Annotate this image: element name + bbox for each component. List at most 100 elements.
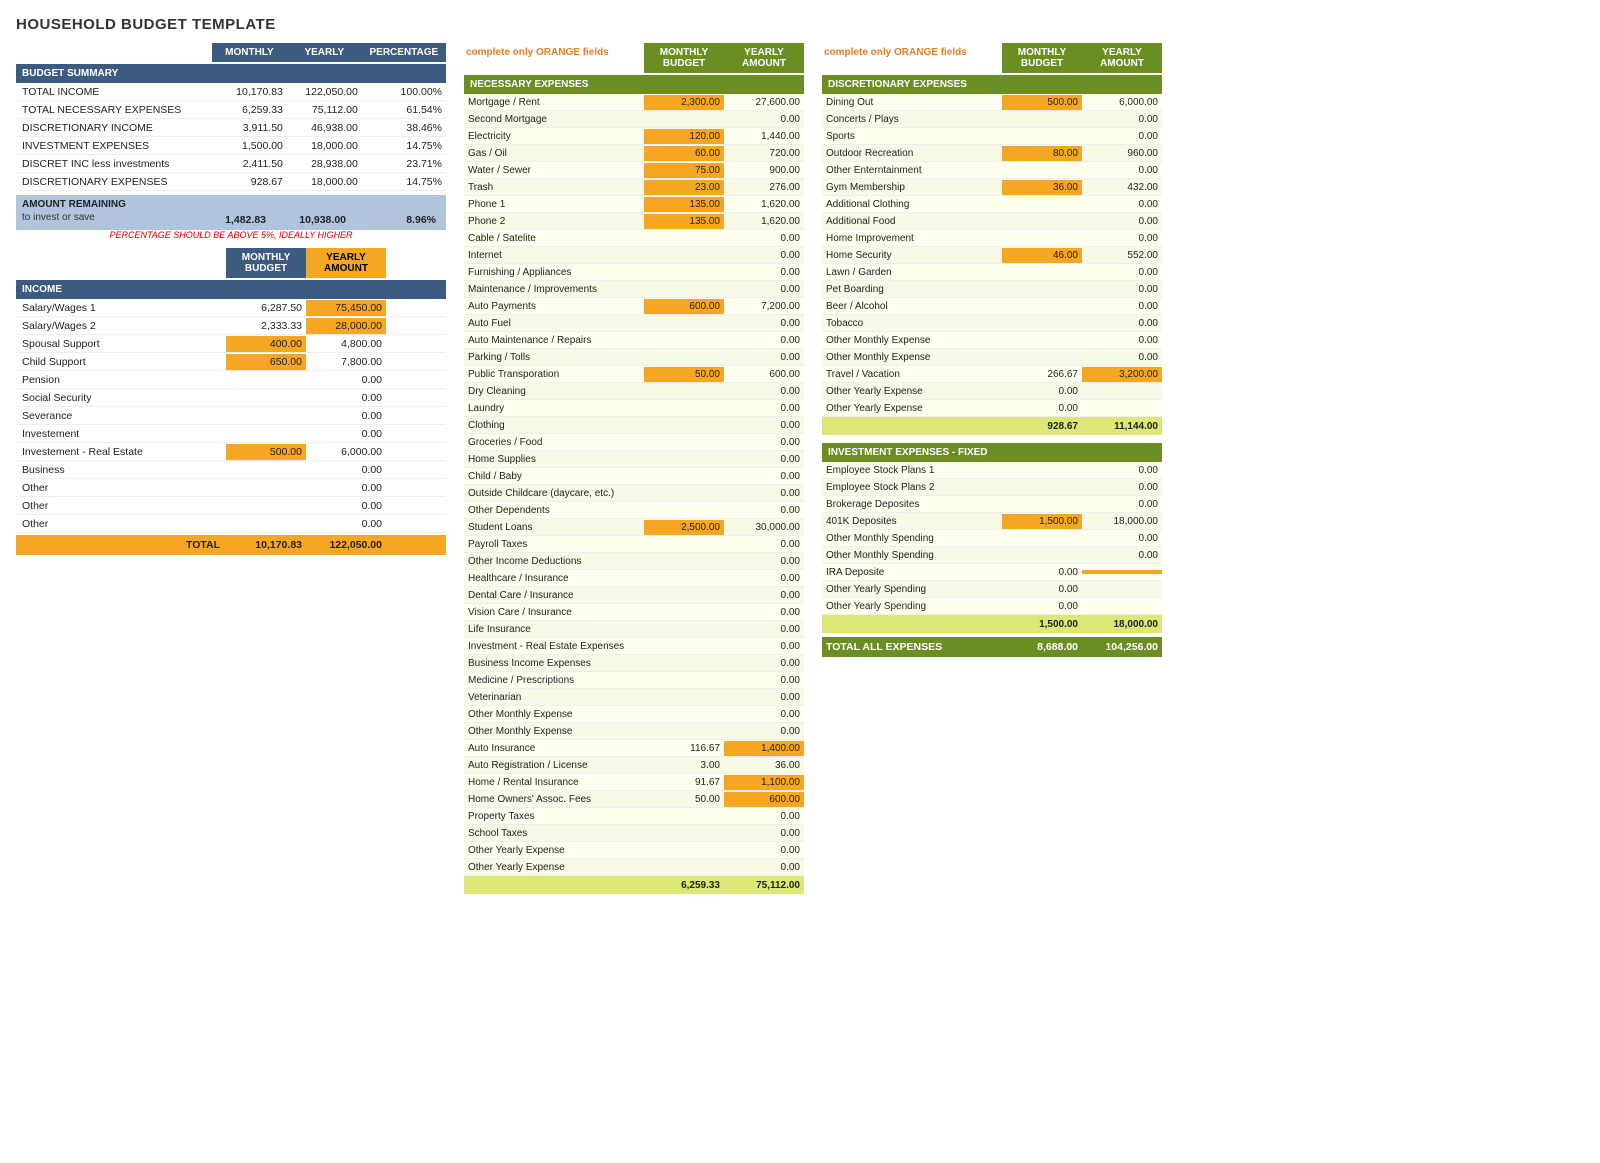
disc-row: Other Yearly Expense 0.00 <box>822 383 1162 400</box>
income-row: Other 0.00 <box>16 515 446 533</box>
expense-row: Payroll Taxes 0.00 <box>464 536 804 553</box>
disc-total-yearly: 11,144.00 <box>1082 419 1162 434</box>
disc-row: Beer / Alcohol 0.00 <box>822 298 1162 315</box>
percentage-header: PERCENTAGE <box>362 43 446 62</box>
total-all-yearly: 104,256.00 <box>1082 639 1162 655</box>
amount-remaining-monthly: 1,482.83 <box>190 214 270 226</box>
expense-row: Child / Baby 0.00 <box>464 468 804 485</box>
expense-row: Electricity 120.00 1,440.00 <box>464 128 804 145</box>
expense-row: Phone 1 135.00 1,620.00 <box>464 196 804 213</box>
disc-row: Concerts / Plays 0.00 <box>822 111 1162 128</box>
income-row: Investement 0.00 <box>16 425 446 443</box>
expense-row: Laundry 0.00 <box>464 400 804 417</box>
disc-row: Home Improvement 0.00 <box>822 230 1162 247</box>
expense-row: Public Transporation 50.00 600.00 <box>464 366 804 383</box>
income-row: Spousal Support 400.00 4,800.00 <box>16 335 446 353</box>
inv-row: Brokerage Deposites 0.00 <box>822 496 1162 513</box>
amount-remaining-yearly: 10,938.00 <box>270 214 350 226</box>
middle-col2-hdr: YEARLYAMOUNT <box>724 43 804 73</box>
expense-row: Dry Cleaning 0.00 <box>464 383 804 400</box>
income-row: Pension 0.00 <box>16 371 446 389</box>
income-monthly-hdr: MONTHLYBUDGET <box>226 248 306 278</box>
disc-row: Other Monthly Expense 0.00 <box>822 349 1162 366</box>
necessary-total-monthly: 6,259.33 <box>644 878 724 893</box>
amount-remaining-title: AMOUNT REMAINING <box>22 199 440 210</box>
income-total-row: TOTAL 10,170.83 122,050.00 <box>16 535 446 555</box>
summary-row: TOTAL INCOME 10,170.83 122,050.00 100.00… <box>16 83 446 101</box>
inv-row: 401K Deposites 1,500.00 18,000.00 <box>822 513 1162 530</box>
middle-header-label: complete only ORANGE fields <box>464 43 644 73</box>
expense-row: Furnishing / Appliances 0.00 <box>464 264 804 281</box>
disc-row: Sports 0.00 <box>822 128 1162 145</box>
disc-row: Outdoor Recreation 80.00 960.00 <box>822 145 1162 162</box>
expense-row: Other Yearly Expense 0.00 <box>464 842 804 859</box>
expense-row: Home / Rental Insurance 91.67 1,100.00 <box>464 774 804 791</box>
necessary-total-row: 6,259.33 75,112.00 <box>464 876 804 894</box>
disc-row: Lawn / Garden 0.00 <box>822 264 1162 281</box>
expense-row: Cable / Satelite 0.00 <box>464 230 804 247</box>
pct-note: PERCENTAGE SHOULD BE ABOVE 5%, IDEALLY H… <box>16 230 446 240</box>
disc-row: Dining Out 500.00 6,000.00 <box>822 94 1162 111</box>
total-all-row: TOTAL ALL EXPENSES 8,688.00 104,256.00 <box>822 637 1162 657</box>
inv-total-monthly: 1,500.00 <box>1002 617 1082 632</box>
expense-row: Other Dependents 0.00 <box>464 502 804 519</box>
disc-row: Gym Membership 36.00 432.00 <box>822 179 1162 196</box>
income-total-yearly: 122,050.00 <box>306 537 386 553</box>
expense-row: Other Monthly Expense 0.00 <box>464 723 804 740</box>
expense-row: Investment - Real Estate Expenses 0.00 <box>464 638 804 655</box>
expense-row: Other Monthly Expense 0.00 <box>464 706 804 723</box>
expense-row: Auto Maintenance / Repairs 0.00 <box>464 332 804 349</box>
disc-total-row: 928.67 11,144.00 <box>822 417 1162 435</box>
income-yearly-hdr: YEARLYAMOUNT <box>306 248 386 278</box>
expense-row: Other Yearly Expense 0.00 <box>464 859 804 876</box>
income-row: Investement - Real Estate 500.00 6,000.0… <box>16 443 446 461</box>
left-panel: MONTHLY YEARLY PERCENTAGE BUDGET SUMMARY… <box>16 43 446 555</box>
middle-panel: complete only ORANGE fields MONTHLYBUDGE… <box>464 43 804 894</box>
income-row: Salary/Wages 2 2,333.33 28,000.00 <box>16 317 446 335</box>
amount-remaining-pct: 8.96% <box>350 214 440 226</box>
necessary-total-yearly: 75,112.00 <box>724 878 804 893</box>
expense-row: Clothing 0.00 <box>464 417 804 434</box>
right-panel: complete only ORANGE fields MONTHLYBUDGE… <box>822 43 1162 657</box>
page-title: HOUSEHOLD BUDGET TEMPLATE <box>16 16 1584 33</box>
expense-row: Auto Payments 600.00 7,200.00 <box>464 298 804 315</box>
budget-summary-title: BUDGET SUMMARY <box>16 64 446 83</box>
expense-row: Auto Insurance 116.67 1,400.00 <box>464 740 804 757</box>
discretionary-title: DISCRETIONARY EXPENSES <box>822 75 1162 94</box>
expense-row: Business Income Expenses 0.00 <box>464 655 804 672</box>
expense-row: Vision Care / Insurance 0.00 <box>464 604 804 621</box>
disc-total-monthly: 928.67 <box>1002 419 1082 434</box>
summary-row: DISCRETIONARY EXPENSES 928.67 18,000.00 … <box>16 173 446 191</box>
expense-row: Mortgage / Rent 2,300.00 27,600.00 <box>464 94 804 111</box>
income-row: Business 0.00 <box>16 461 446 479</box>
income-row: Child Support 650.00 7,800.00 <box>16 353 446 371</box>
right-header-label: complete only ORANGE fields <box>822 43 1002 73</box>
expense-row: Home Owners' Assoc. Fees 50.00 600.00 <box>464 791 804 808</box>
inv-row: Employee Stock Plans 1 0.00 <box>822 462 1162 479</box>
disc-row: Travel / Vacation 266.67 3,200.00 <box>822 366 1162 383</box>
monthly-header: MONTHLY <box>212 43 287 62</box>
necessary-expenses-title: NECESSARY EXPENSES <box>464 75 804 94</box>
expense-row: Phone 2 135.00 1,620.00 <box>464 213 804 230</box>
expense-row: Internet 0.00 <box>464 247 804 264</box>
disc-row: Pet Boarding 0.00 <box>822 281 1162 298</box>
expense-row: Auto Fuel 0.00 <box>464 315 804 332</box>
yearly-header: YEARLY <box>287 43 362 62</box>
income-row: Other 0.00 <box>16 497 446 515</box>
disc-row: Home Security 46.00 552.00 <box>822 247 1162 264</box>
inv-row: IRA Deposite 0.00 <box>822 564 1162 581</box>
income-total-label: TOTAL <box>16 537 226 553</box>
inv-total-yearly: 18,000.00 <box>1082 617 1162 632</box>
expense-row: Maintenance / Improvements 0.00 <box>464 281 804 298</box>
total-all-label: TOTAL ALL EXPENSES <box>822 639 1002 655</box>
inv-row: Other Monthly Spending 0.00 <box>822 547 1162 564</box>
expense-row: Other Income Deductions 0.00 <box>464 553 804 570</box>
inv-total-row: 1,500.00 18,000.00 <box>822 615 1162 633</box>
expense-row: Healthcare / Insurance 0.00 <box>464 570 804 587</box>
expense-row: School Taxes 0.00 <box>464 825 804 842</box>
expense-row: Student Loans 2,500.00 30,000.00 <box>464 519 804 536</box>
income-total-monthly: 10,170.83 <box>226 537 306 553</box>
inv-row: Other Yearly Spending 0.00 <box>822 598 1162 615</box>
summary-row: TOTAL NECESSARY EXPENSES 6,259.33 75,112… <box>16 101 446 119</box>
middle-col1-hdr: MONTHLYBUDGET <box>644 43 724 73</box>
